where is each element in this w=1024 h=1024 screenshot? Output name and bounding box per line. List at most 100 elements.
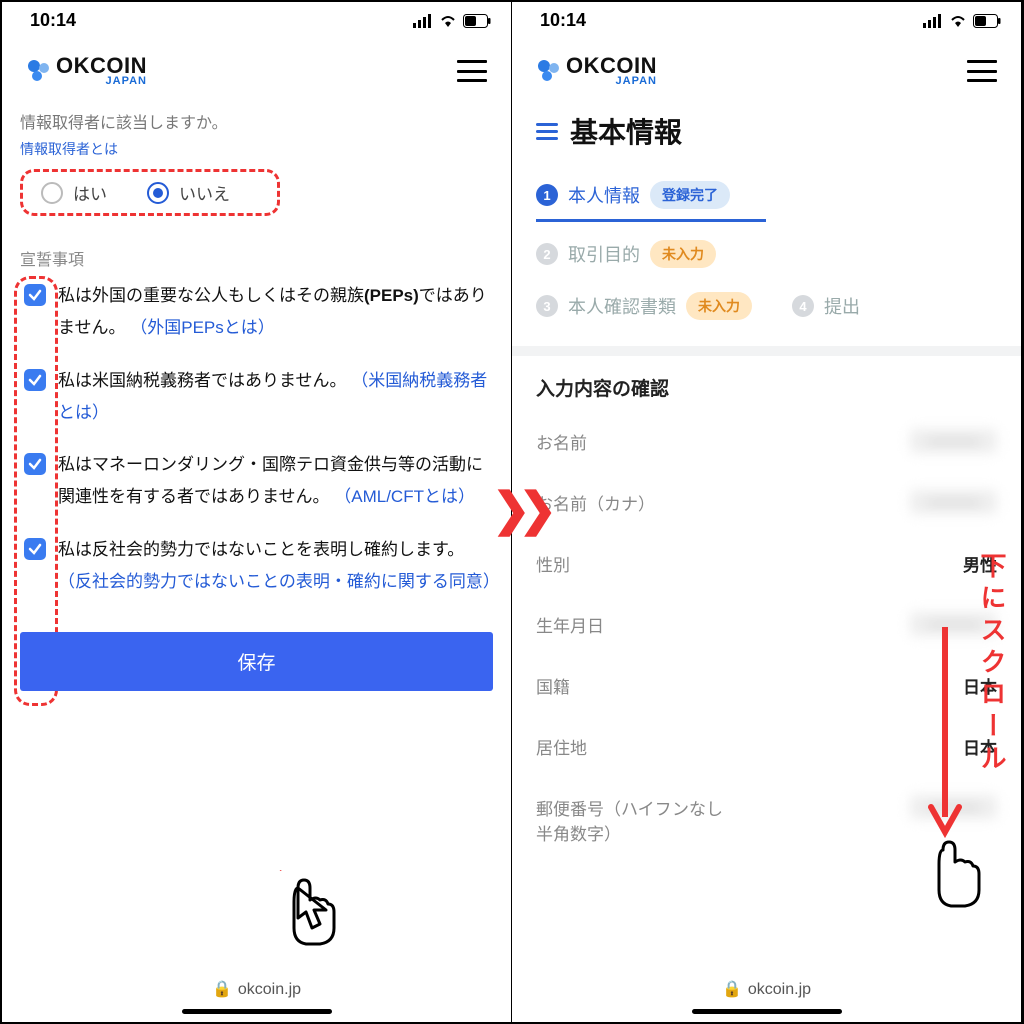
oath4-link[interactable]: （反社会的勢力ではないことの表明・確約に関する同意） xyxy=(58,572,500,591)
step-number-icon: 3 xyxy=(536,295,558,317)
confirmation-list: お名前——— お名前（カナ）——— 性別男性 生年月日——— 国籍日本 居住地日… xyxy=(512,401,1021,863)
oath-item-1: 私は外国の重要な公人もしくはその親族(PEPs)ではありません。 （外国PEPs… xyxy=(24,280,493,345)
res-label: 居住地 xyxy=(536,734,587,759)
menu-button[interactable] xyxy=(457,60,487,82)
oath-list: 私は外国の重要な公人もしくはその親族(PEPs)ではありません。 （外国PEPs… xyxy=(20,280,493,598)
dob-value: ——— xyxy=(910,612,997,636)
name-label: お名前 xyxy=(536,429,587,454)
row-dob: 生年月日 ——— xyxy=(536,594,997,655)
radio-unchecked-icon xyxy=(41,182,63,204)
kana-value: ——— xyxy=(910,490,997,514)
url-text: okcoin.jp xyxy=(748,981,811,998)
zip-value: ——— xyxy=(910,795,997,819)
page-title: 基本情報 xyxy=(570,111,682,151)
checkbox-checked-icon[interactable] xyxy=(24,538,46,560)
step-2-label: 取引目的 xyxy=(568,241,640,267)
dob-label: 生年月日 xyxy=(536,612,604,637)
url-text: okcoin.jp xyxy=(238,981,301,998)
status-icons xyxy=(923,14,1001,28)
question-label: 情報取得者に該当しますか。 xyxy=(20,109,493,133)
oath4-text: 私は反社会的勢力ではないことを表明し確約します。 xyxy=(58,540,464,559)
save-button-label: 保存 xyxy=(237,653,275,674)
battery-icon xyxy=(973,14,1001,28)
app-header: OKCOIN JAPAN xyxy=(2,35,511,105)
radio-no[interactable]: いいえ xyxy=(147,180,230,205)
oath-item-4: 私は反社会的勢力ではないことを表明し確約します。 （反社会的勢力ではないことの表… xyxy=(24,534,493,599)
step-3-label: 本人確認書類 xyxy=(568,293,676,319)
row-zip: 郵便番号（ハイフンなし半角数字） ——— xyxy=(536,777,997,863)
oath1-link[interactable]: （外国PEPsとは） xyxy=(130,318,275,337)
confirm-title: 入力内容の確認 xyxy=(512,374,1021,401)
step-active-underline xyxy=(536,219,766,222)
lock-icon: 🔒 xyxy=(722,981,742,998)
app-header: OKCOIN JAPAN xyxy=(512,35,1021,105)
step-2-badge: 未入力 xyxy=(650,240,716,268)
status-time: 10:14 xyxy=(30,10,76,31)
radio-checked-icon xyxy=(147,182,169,204)
okcoin-logo[interactable]: OKCOIN JAPAN xyxy=(536,55,657,87)
status-bar: 10:14 xyxy=(2,2,511,35)
row-sex: 性別 男性 xyxy=(536,533,997,594)
lock-icon: 🔒 xyxy=(212,981,232,998)
step-number-icon: 1 xyxy=(536,184,558,206)
home-indicator xyxy=(182,1009,332,1014)
step-4[interactable]: 4 提出 xyxy=(792,293,860,319)
nat-label: 国籍 xyxy=(536,673,570,698)
row-residence: 居住地 日本 xyxy=(536,716,997,777)
okcoin-logo[interactable]: OKCOIN JAPAN xyxy=(26,55,147,87)
radio-no-label: いいえ xyxy=(179,180,230,205)
menu-button[interactable] xyxy=(967,60,997,82)
section-menu-icon[interactable] xyxy=(536,123,558,140)
cell-signal-icon xyxy=(923,14,943,28)
radio-yes[interactable]: はい xyxy=(41,180,107,205)
section-divider xyxy=(512,346,1021,356)
step-1-label: 本人情報 xyxy=(568,182,640,208)
right-screenshot: 10:14 OKCOIN JAPAN 基本情報 xyxy=(512,2,1022,1022)
step-number-icon: 2 xyxy=(536,243,558,265)
oath-item-2: 私は米国納税義務者ではありません。 （米国納税義務者とは） xyxy=(24,365,493,430)
checkbox-checked-icon[interactable] xyxy=(24,369,46,391)
row-nationality: 国籍 日本 xyxy=(536,655,997,716)
step-3[interactable]: 3 本人確認書類 未入力 xyxy=(536,292,752,320)
home-indicator xyxy=(692,1009,842,1014)
row-kana: お名前（カナ） ——— xyxy=(536,472,997,533)
page-title-row: 基本情報 xyxy=(512,111,1021,151)
step-1-badge: 登録完了 xyxy=(650,181,730,209)
logo-text: OKCOIN xyxy=(566,55,657,77)
url-bar: 🔒 okcoin.jp xyxy=(512,969,1021,1005)
save-button[interactable]: 保存 xyxy=(20,632,493,691)
progress-steps: 1 本人情報 登録完了 2 取引目的 未入力 3 本人確認書類 未入力 4 提出 xyxy=(512,151,1021,332)
step-4-label: 提出 xyxy=(824,293,860,319)
status-bar: 10:14 xyxy=(512,2,1021,35)
step-1[interactable]: 1 本人情報 登録完了 xyxy=(536,169,997,221)
logo-text: OKCOIN xyxy=(56,55,147,77)
res-value: 日本 xyxy=(963,734,997,759)
wifi-icon xyxy=(439,14,457,28)
kana-label: お名前（カナ） xyxy=(536,490,655,515)
oath2-text: 私は米国納税義務者ではありません。 xyxy=(58,371,347,390)
wifi-icon xyxy=(949,14,967,28)
oath3-link[interactable]: （AML/CFTとは） xyxy=(334,487,475,506)
oath-heading: 宣誓事項 xyxy=(20,246,493,270)
logo-mark-icon xyxy=(536,58,562,84)
radio-group-annotated: はい いいえ xyxy=(20,169,280,216)
radio-yes-label: はい xyxy=(73,180,107,205)
name-value: ——— xyxy=(910,429,997,453)
logo-mark-icon xyxy=(26,58,52,84)
checkbox-checked-icon[interactable] xyxy=(24,284,46,306)
checkbox-checked-icon[interactable] xyxy=(24,453,46,475)
status-icons xyxy=(413,14,491,28)
sex-value: 男性 xyxy=(963,551,997,576)
zip-label: 郵便番号（ハイフンなし半角数字） xyxy=(536,795,736,845)
battery-icon xyxy=(463,14,491,28)
question-help-link[interactable]: 情報取得者とは xyxy=(20,139,493,159)
sex-label: 性別 xyxy=(536,551,570,576)
cell-signal-icon xyxy=(413,14,433,28)
step-number-icon: 4 xyxy=(792,295,814,317)
step-3-4: 3 本人確認書類 未入力 4 提出 xyxy=(536,280,997,332)
nat-value: 日本 xyxy=(963,673,997,698)
left-screenshot: 10:14 OKCOIN JAPAN 情報取得者に該当しますか。 情報取得 xyxy=(2,2,512,1022)
step-2[interactable]: 2 取引目的 未入力 xyxy=(536,228,997,280)
url-bar: 🔒 okcoin.jp xyxy=(2,969,511,1005)
status-time: 10:14 xyxy=(540,10,586,31)
